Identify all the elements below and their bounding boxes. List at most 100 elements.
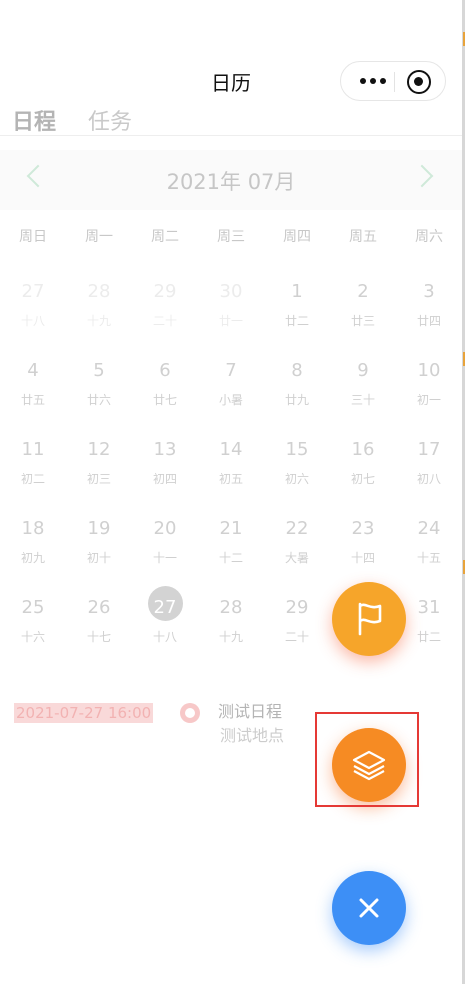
lunar-date: 廿二: [284, 314, 309, 328]
calendar-day[interactable]: 2 廿三: [330, 278, 396, 357]
lunar-date: 廿二: [416, 630, 441, 644]
calendar-day[interactable]: 12 初三: [66, 436, 132, 515]
weekday-label: 周日: [19, 229, 47, 245]
lunar-date: 初二: [20, 472, 45, 486]
calendar-day[interactable]: 29 二十: [132, 278, 198, 357]
calendar-week-row: 4 廿五 5 廿六 6 廿七 7 小暑 8 廿九 9 三十 10 初一: [0, 357, 462, 436]
calendar-day[interactable]: 13 初四: [132, 436, 198, 515]
calendar-day[interactable]: 22 大暑: [264, 515, 330, 594]
calendar-day[interactable]: 20 十一: [132, 515, 198, 594]
lunar-date: 十九: [218, 630, 243, 644]
lunar-date: 廿九: [284, 393, 309, 407]
flag-fab-button[interactable]: [332, 582, 406, 656]
calendar-day[interactable]: 18 初九: [0, 515, 66, 594]
calendar-day[interactable]: 17 初八: [396, 436, 462, 515]
lunar-date: 廿一: [218, 314, 243, 328]
day-number: 22: [285, 518, 309, 539]
lunar-date: 初四: [152, 472, 177, 486]
day-number: 26: [87, 597, 111, 618]
calendar-day[interactable]: 31 廿二: [396, 594, 462, 673]
calendar-week-row: 18 初九 19 初十 20 十一 21 十二 22 大暑 23 十四 24 十五: [0, 515, 462, 594]
day-number: 14: [219, 439, 243, 460]
day-number: 28: [87, 281, 111, 302]
weekday-header: 周日 周一 周二 周三 周四 周五 周六: [0, 226, 462, 246]
calendar-day[interactable]: 24 十五: [396, 515, 462, 594]
calendar-day[interactable]: 19 初十: [66, 515, 132, 594]
weekday-label: 周五: [349, 229, 377, 245]
calendar-day[interactable]: 11 初二: [0, 436, 66, 515]
day-number: 29: [285, 597, 309, 618]
calendar-day[interactable]: 6 廿七: [132, 357, 198, 436]
calendar-day[interactable]: 21 十二: [198, 515, 264, 594]
calendar-day[interactable]: 1 廿二: [264, 278, 330, 357]
calendar-day[interactable]: 9 三十: [330, 357, 396, 436]
day-number: 4: [27, 360, 39, 381]
day-number: 31: [417, 597, 441, 618]
calendar-day[interactable]: 14 初五: [198, 436, 264, 515]
lunar-date: 十一: [152, 551, 177, 565]
close-icon: [359, 898, 379, 918]
calendar-day[interactable]: 27 十八: [0, 278, 66, 357]
month-selector: 2021年 07月: [0, 150, 462, 210]
weekday-label: 周一: [85, 229, 113, 245]
tab-tasks[interactable]: 任务: [88, 104, 132, 136]
lunar-date: 十五: [416, 551, 441, 565]
lunar-date: 廿七: [152, 393, 177, 407]
calendar-day[interactable]: 28 十九: [198, 594, 264, 673]
lunar-date: 十二: [218, 551, 243, 565]
calendar-week-row: 27 十八 28 十九 29 二十 30 廿一 1 廿二 2 廿三 3 廿四: [0, 278, 462, 357]
calendar-day[interactable]: 28 十九: [66, 278, 132, 357]
weekday-label: 周三: [217, 229, 245, 245]
lunar-date: 十八: [20, 314, 45, 328]
day-number: 8: [291, 360, 303, 381]
calendar-day[interactable]: 7 小暑: [198, 357, 264, 436]
day-number: 29: [153, 281, 177, 302]
lunar-date: 小暑: [218, 393, 243, 407]
calendar-day[interactable]: 15 初六: [264, 436, 330, 515]
calendar-day[interactable]: 5 廿六: [66, 357, 132, 436]
lunar-date: 廿三: [350, 314, 375, 328]
close-fab-button[interactable]: [332, 871, 406, 945]
lunar-date: 十八: [152, 630, 177, 644]
day-number: 5: [93, 360, 105, 381]
calendar-day[interactable]: 30 廿一: [198, 278, 264, 357]
day-number: 20: [153, 518, 177, 539]
day-number: 16: [351, 439, 375, 460]
day-number: 7: [225, 360, 237, 381]
day-number: 25: [21, 597, 45, 618]
more-options-icon[interactable]: [355, 62, 391, 100]
lunar-date: 二十: [152, 314, 177, 328]
close-mini-program-icon[interactable]: [407, 70, 431, 94]
lunar-date: 初七: [350, 472, 375, 486]
calendar-day[interactable]: 16 初七: [330, 436, 396, 515]
lunar-date: 大暑: [284, 551, 309, 565]
day-number: 21: [219, 518, 243, 539]
day-number: 9: [357, 360, 369, 381]
calendar-day[interactable]: 10 初一: [396, 357, 462, 436]
lunar-date: 初三: [86, 472, 111, 486]
calendar-day[interactable]: 26 十七: [66, 594, 132, 673]
event-location: 测试地点: [220, 726, 285, 745]
calendar-day[interactable]: 4 廿五: [0, 357, 66, 436]
lunar-date: 十六: [20, 630, 45, 644]
calendar-day[interactable]: 29 二十: [264, 594, 330, 673]
calendar-day[interactable]: 8 廿九: [264, 357, 330, 436]
event-dot-icon: [180, 703, 200, 723]
lunar-date: 二十: [284, 630, 309, 644]
day-number: 24: [417, 518, 441, 539]
tab-schedule[interactable]: 日程: [12, 104, 56, 136]
day-number: 28: [219, 597, 243, 618]
event-title: 测试日程: [218, 702, 283, 721]
calendar-day[interactable]: 25 十六: [0, 594, 66, 673]
calendar-day-today[interactable]: 27 十八: [132, 586, 198, 673]
day-number: 27: [153, 597, 177, 618]
lunar-date: 初八: [416, 472, 441, 486]
lunar-date: 十四: [350, 551, 375, 565]
day-number: 18: [21, 518, 45, 539]
lunar-date: 廿五: [20, 393, 45, 407]
day-number: 3: [423, 281, 435, 302]
day-number: 19: [87, 518, 111, 539]
weekday-label: 周四: [283, 229, 311, 245]
day-number: 13: [153, 439, 177, 460]
calendar-day[interactable]: 3 廿四: [396, 278, 462, 357]
